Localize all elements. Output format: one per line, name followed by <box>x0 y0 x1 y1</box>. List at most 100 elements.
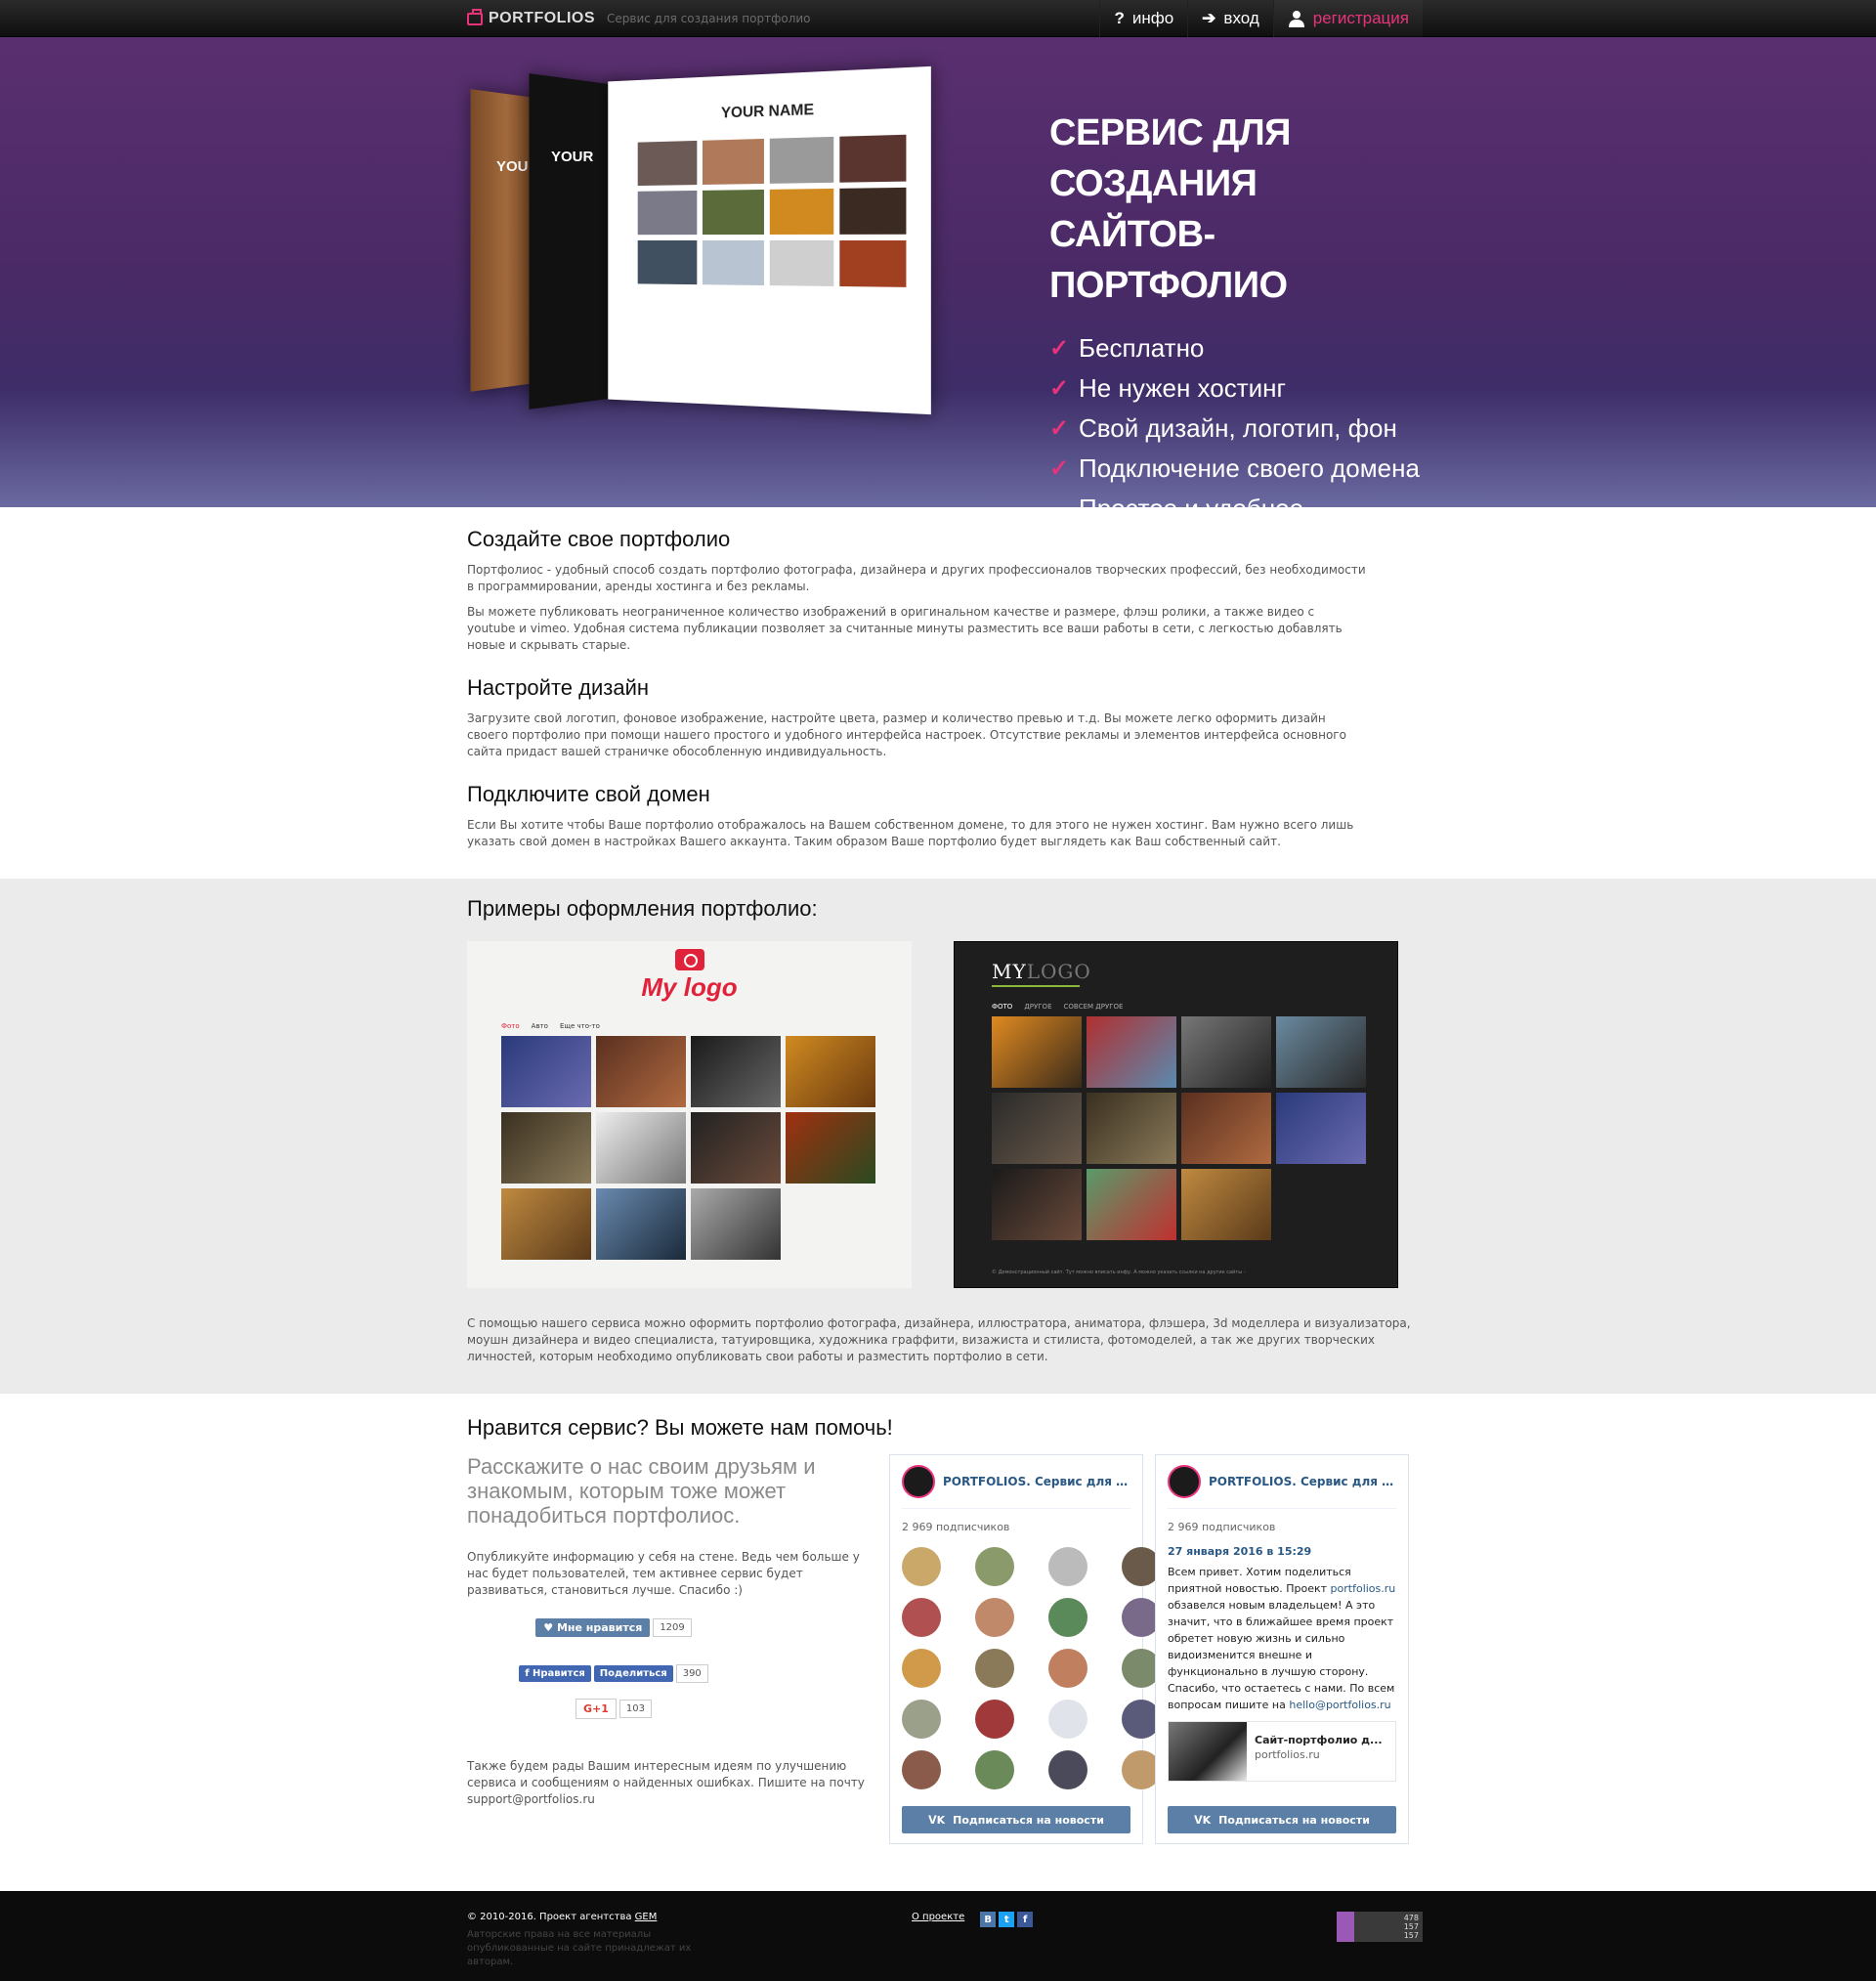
facebook-share-button[interactable]: Поделиться <box>593 1665 673 1682</box>
help-row: Расскажите о нас своим друзьям и знакомы… <box>467 1454 1423 1844</box>
about-section: Создайте свое портфолио Портфолиос - удо… <box>0 507 1876 879</box>
help-feedback-text: Также будем рады Вашим интересным идеям … <box>467 1759 865 1806</box>
nav-login-link[interactable]: ➔ вход <box>1187 0 1273 37</box>
share-buttons: ♥ Мне нравится 1209 f Нравится Поделитьс… <box>467 1599 760 1719</box>
feature-label: Свой дизайн, логотип, фон <box>1079 413 1397 443</box>
vk-like-widget: ♥ Мне нравится 1209 <box>535 1618 692 1637</box>
avatar[interactable] <box>902 1700 941 1739</box>
post-link-site[interactable]: portfolios.ru <box>1331 1582 1396 1595</box>
logo-text: PORTFOLIOS <box>489 10 595 26</box>
link-card-title: Сайт-портфолио д... <box>1255 1734 1383 1746</box>
check-icon: ✓ <box>1049 335 1070 362</box>
hero-title-line1: СЕРВИС ДЛЯ СОЗДАНИЯ <box>1049 112 1291 204</box>
facebook-like-button[interactable]: f Нравится <box>519 1665 591 1682</box>
post-text-a: Всем привет. Хотим поделиться приятной н… <box>1168 1566 1351 1595</box>
examples-title: Примеры оформления портфолио: <box>467 896 818 921</box>
avatar[interactable] <box>975 1547 1014 1586</box>
group-name-link[interactable]: PORTFOLIOS. Сервис для соз... <box>943 1475 1130 1488</box>
feature-label: Подключение своего домена <box>1079 453 1420 483</box>
example-light-theme[interactable]: My logo Фото Авто Еще что-то <box>467 941 912 1288</box>
post-date[interactable]: 27 января 2016 в 15:29 <box>1168 1545 1396 1558</box>
example-light-logo: My logo <box>467 941 912 1003</box>
link-card-thumbnail <box>1169 1722 1247 1781</box>
user-icon <box>1288 11 1304 27</box>
site-footer: © 2010-2016. Проект агентства GEM Авторс… <box>0 1891 1876 1981</box>
site-tagline: Сервис для создания портфолио <box>607 12 811 25</box>
group-avatar[interactable] <box>902 1465 935 1498</box>
example-light-logo-text: My logo <box>641 972 738 1002</box>
avatar[interactable] <box>1048 1649 1087 1688</box>
nav-register-label: регистрация <box>1312 9 1409 27</box>
example-dark-logo: MYLOGO <box>992 960 1397 983</box>
counter-value: 478 <box>1403 1914 1419 1922</box>
avatar[interactable] <box>1048 1547 1087 1586</box>
vk-icon: ᐯK <box>928 1813 946 1827</box>
subscriber-count: 2 969 подписчиков <box>902 1508 1130 1533</box>
counter-graph-icon <box>1337 1912 1354 1942</box>
counter-value: 157 <box>1403 1931 1419 1940</box>
about-domain: Подключите свой домен Если Вы хотите что… <box>467 782 1423 850</box>
example-dark-theme[interactable]: MYLOGO ФОТО ДРУГОЕ СОВСЕМ ДРУГОЕ © Демон… <box>954 941 1398 1288</box>
example-menu-item: Еще что-то <box>559 1022 600 1030</box>
example-light-menu: Фото Авто Еще что-то <box>501 1022 912 1030</box>
nav-login-label: вход <box>1223 9 1259 27</box>
avatar[interactable] <box>902 1598 941 1637</box>
avatar[interactable] <box>975 1649 1014 1688</box>
vk-like-button[interactable]: ♥ Мне нравится <box>535 1618 651 1637</box>
subscribe-label: Подписаться на новости <box>953 1813 1104 1827</box>
twitter-icon[interactable]: t <box>999 1912 1015 1927</box>
help-text: Опубликуйте информацию у себя на стене. … <box>467 1550 860 1597</box>
feature-item: ✓Простое и удобное управление <box>1049 489 1423 507</box>
vk-group-widget-post: PORTFOLIOS. Сервис для соз... 2 969 подп… <box>1155 1454 1409 1844</box>
gplus-button[interactable]: G+1 <box>576 1699 617 1719</box>
example-dark-underline <box>992 985 1080 987</box>
post-link-card[interactable]: Сайт-портфолио д... portfolios.ru <box>1168 1721 1396 1782</box>
facebook-icon[interactable]: f <box>1017 1912 1034 1927</box>
liveinternet-counter[interactable]: 478 157 157 <box>1337 1912 1423 1942</box>
social-links: B t f <box>980 1912 1034 1927</box>
site-logo[interactable]: PORTFOLIOS <box>467 8 595 27</box>
examples-row: My logo Фото Авто Еще что-то MYLOGO ФОТО <box>467 941 1423 1288</box>
avatar[interactable] <box>975 1750 1014 1789</box>
group-avatar[interactable] <box>1168 1465 1201 1498</box>
footer-left: © 2010-2016. Проект агентства GEM Авторс… <box>467 1912 912 1969</box>
agency-link[interactable]: GEM <box>635 1912 658 1922</box>
top-nav: ? инфо ➔ вход регистрация <box>1099 0 1423 37</box>
subscribe-button[interactable]: ᐯK Подписаться на новости <box>1168 1806 1396 1833</box>
hero-title-line2: САЙТОВ-ПОРТФОЛИО <box>1049 214 1288 306</box>
feature-label: Не нужен хостинг <box>1079 373 1286 403</box>
avatar[interactable] <box>1048 1750 1087 1789</box>
avatar[interactable] <box>1048 1598 1087 1637</box>
feature-item: ✓ Не нужен хостинг <box>1049 368 1423 409</box>
widget-header: PORTFOLIOS. Сервис для соз... <box>1168 1465 1396 1508</box>
section-title: Создайте свое портфолио <box>467 527 731 551</box>
facebook-widget: f Нравится Поделиться 390 <box>519 1664 708 1683</box>
group-name-link[interactable]: PORTFOLIOS. Сервис для соз... <box>1209 1475 1396 1488</box>
section-title: Подключите свой домен <box>467 782 710 806</box>
vk-like-count: 1209 <box>653 1618 692 1637</box>
avatar[interactable] <box>1048 1700 1087 1739</box>
question-icon: ? <box>1114 9 1125 27</box>
help-title: Нравится сервис? Вы можете нам помочь! <box>467 1415 893 1440</box>
example-menu-item: Фото <box>501 1022 520 1030</box>
subscribe-button[interactable]: ᐯK Подписаться на новости <box>902 1806 1130 1833</box>
post-link-email[interactable]: hello@portfolios.ru <box>1289 1699 1390 1711</box>
avatar[interactable] <box>902 1750 941 1789</box>
footer-links: О проекте B t f <box>912 1912 1034 1969</box>
feature-item: ✓ Бесплатно <box>1049 328 1423 368</box>
help-lead: Расскажите о нас своим друзьям и знакомы… <box>467 1454 816 1528</box>
nav-register-link[interactable]: регистрация <box>1272 0 1423 37</box>
avatar[interactable] <box>975 1700 1014 1739</box>
avatar[interactable] <box>902 1649 941 1688</box>
copyright: © 2010-2016. Проект агентства GEM <box>467 1912 912 1922</box>
avatar[interactable] <box>975 1598 1014 1637</box>
vk-icon[interactable]: B <box>980 1912 997 1927</box>
counter-value: 157 <box>1403 1922 1419 1931</box>
subscribe-label: Подписаться на новости <box>1218 1813 1370 1827</box>
nav-info-link[interactable]: ? инфо <box>1099 0 1187 37</box>
about-project-link[interactable]: О проекте <box>912 1912 964 1922</box>
post-text: Всем привет. Хотим поделиться приятной н… <box>1168 1564 1396 1713</box>
about-design: Настройте дизайн Загрузите свой логотип,… <box>467 675 1423 760</box>
vk-group-widget-members: PORTFOLIOS. Сервис для соз... 2 969 подп… <box>889 1454 1161 1844</box>
avatar[interactable] <box>902 1547 941 1586</box>
